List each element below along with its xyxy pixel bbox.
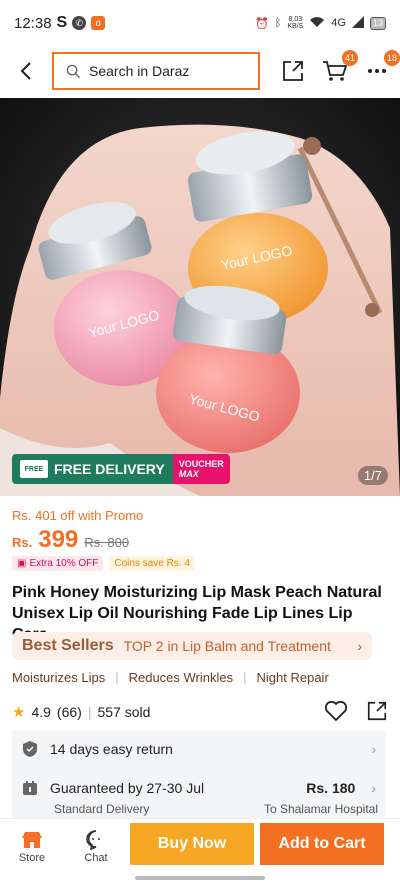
shipping-price: Rs. 180 — [306, 780, 356, 796]
network-speed-value: 8.03 — [288, 16, 303, 23]
shield-check-icon — [23, 741, 37, 757]
product-detail-page: 12:38 S ✆ d ⏰ ᛒ 8.03 KB/S 4G 13 Search i… — [0, 0, 400, 888]
share-product-button[interactable] — [366, 700, 388, 725]
header-actions: 41 18 — [280, 50, 400, 84]
free-delivery-truck-icon: FREE — [20, 460, 48, 478]
bluetooth-icon: ᛒ — [274, 17, 282, 29]
chat-button[interactable]: Chat — [64, 829, 128, 864]
status-left: 12:38 S ✆ d — [14, 14, 106, 32]
back-arrow-icon — [20, 62, 31, 80]
rating-row: ★ 4.9 (66) | 557 sold — [12, 700, 388, 724]
wifi-icon — [309, 16, 325, 31]
rating-score[interactable]: 4.9 — [31, 704, 50, 720]
feature-tags: Moisturizes Lips | Reduces Wrinkles | Ni… — [12, 670, 329, 685]
current-price: 399 — [38, 526, 79, 553]
free-delivery-banner: FREE FREE DELIVERY VOUCHER MAX — [12, 454, 230, 484]
product-photo: Your LOGO Your LOGO Your LOGO — [0, 98, 400, 496]
free-delivery-label-wrap: FREE FREE DELIVERY — [12, 454, 173, 484]
image-counter: 1/7 — [357, 466, 388, 485]
delivery-row[interactable]: Guaranteed by 27-30 Jul Rs. 180 › — [22, 780, 376, 796]
bottom-action-bar: Store Chat Buy Now Add to Cart — [0, 818, 400, 874]
status-right: ⏰ ᛒ 8.03 KB/S 4G 13 — [255, 15, 386, 31]
store-button[interactable]: Store — [0, 830, 64, 864]
heart-icon — [324, 700, 348, 721]
extra-off-label: Extra 10% OFF — [29, 558, 99, 569]
chat-icon — [86, 829, 100, 850]
delivery-type: Standard Delivery — [54, 802, 150, 816]
battery-icon: 13 — [369, 16, 386, 30]
promo-chips: ▣ Extra 10% OFF Coins save Rs. 4 — [12, 556, 195, 571]
cart-count-badge: 41 — [341, 50, 358, 66]
best-sellers-title: Best Sellers — [22, 637, 114, 654]
chevron-right-icon: › — [371, 780, 376, 796]
status-bar: 12:38 S ✆ d ⏰ ᛒ 8.03 KB/S 4G 13 — [0, 0, 400, 46]
search-icon — [66, 64, 81, 78]
currency-label: Rs. — [12, 535, 33, 550]
star-icon: ★ — [12, 704, 26, 721]
wishlist-button[interactable] — [324, 700, 348, 725]
chat-label: Chat — [84, 851, 108, 864]
home-indicator[interactable] — [135, 876, 265, 880]
service-info-card: 14 days easy return › Guaranteed by 27-3… — [12, 730, 386, 818]
share-icon — [367, 701, 387, 720]
alarm-icon: ⏰ — [255, 17, 269, 30]
product-image-carousel[interactable]: Your LOGO Your LOGO Your LOGO FREE FREE … — [0, 98, 400, 496]
feature-tag: Reduces Wrinkles — [128, 670, 234, 685]
search-placeholder: Search in Daraz — [89, 63, 190, 79]
extra-off-chip[interactable]: ▣ Extra 10% OFF — [12, 556, 104, 571]
more-button[interactable]: 18 — [364, 50, 400, 84]
promo-text: Rs. 401 off with Promo — [12, 508, 144, 523]
free-delivery-label: FREE DELIVERY — [54, 461, 165, 477]
search-input[interactable]: Search in Daraz — [52, 52, 260, 90]
more-count-badge: 18 — [383, 50, 400, 66]
daraz-app-icon: d — [91, 16, 106, 30]
voucher-line1: VOUCHER — [178, 459, 224, 469]
coins-chip[interactable]: Coins save Rs. 4 — [109, 556, 195, 571]
sold-count: 557 sold — [97, 704, 151, 720]
network-speed-unit: KB/S — [287, 23, 304, 30]
s-notification-icon: S — [56, 14, 68, 31]
add-to-cart-button[interactable]: Add to Cart — [260, 823, 384, 865]
return-policy-text: 14 days easy return — [50, 741, 173, 757]
signal-label: 4G — [331, 17, 346, 29]
share-button[interactable] — [280, 58, 306, 84]
review-count[interactable]: (66) — [57, 704, 82, 720]
delivery-destination: To Shalamar Hospital — [263, 802, 378, 816]
feature-tag: Moisturizes Lips — [12, 670, 106, 685]
rating-actions — [324, 700, 388, 725]
price-row: Rs. 399 Rs. 800 — [12, 526, 129, 554]
chevron-right-icon: › — [371, 741, 376, 757]
cart-button[interactable]: 41 — [322, 50, 358, 84]
gift-icon: ▣ — [17, 558, 27, 569]
divider: | — [243, 670, 247, 685]
store-label: Store — [18, 851, 46, 864]
feature-tag: Night Repair — [256, 670, 329, 685]
more-icon — [368, 69, 386, 73]
buy-now-button[interactable]: Buy Now — [130, 823, 254, 865]
best-sellers-banner[interactable]: Best Sellers TOP 2 in Lip Balm and Treat… — [12, 632, 372, 660]
divider: | — [87, 704, 92, 720]
status-time: 12:38 — [14, 14, 52, 32]
network-speed: 8.03 KB/S — [287, 16, 303, 30]
original-price: Rs. 800 — [84, 535, 130, 550]
voucher-max-badge: VOUCHER MAX — [172, 454, 230, 484]
chevron-right-icon: › — [357, 638, 362, 654]
back-button[interactable] — [6, 51, 46, 91]
divider: | — [115, 670, 119, 685]
whatsapp-icon: ✆ — [72, 16, 87, 30]
return-policy-row[interactable]: 14 days easy return › — [22, 740, 376, 758]
voucher-line2: MAX — [178, 469, 199, 479]
store-icon — [22, 831, 42, 848]
best-sellers-rank: TOP 2 in Lip Balm and Treatment — [123, 638, 331, 654]
signal-icon — [351, 15, 364, 31]
guarantee-text: Guaranteed by 27-30 Jul — [50, 780, 205, 796]
delivery-calendar-icon — [23, 781, 37, 795]
top-header: Search in Daraz 41 18 — [0, 50, 400, 92]
share-icon — [283, 61, 303, 81]
